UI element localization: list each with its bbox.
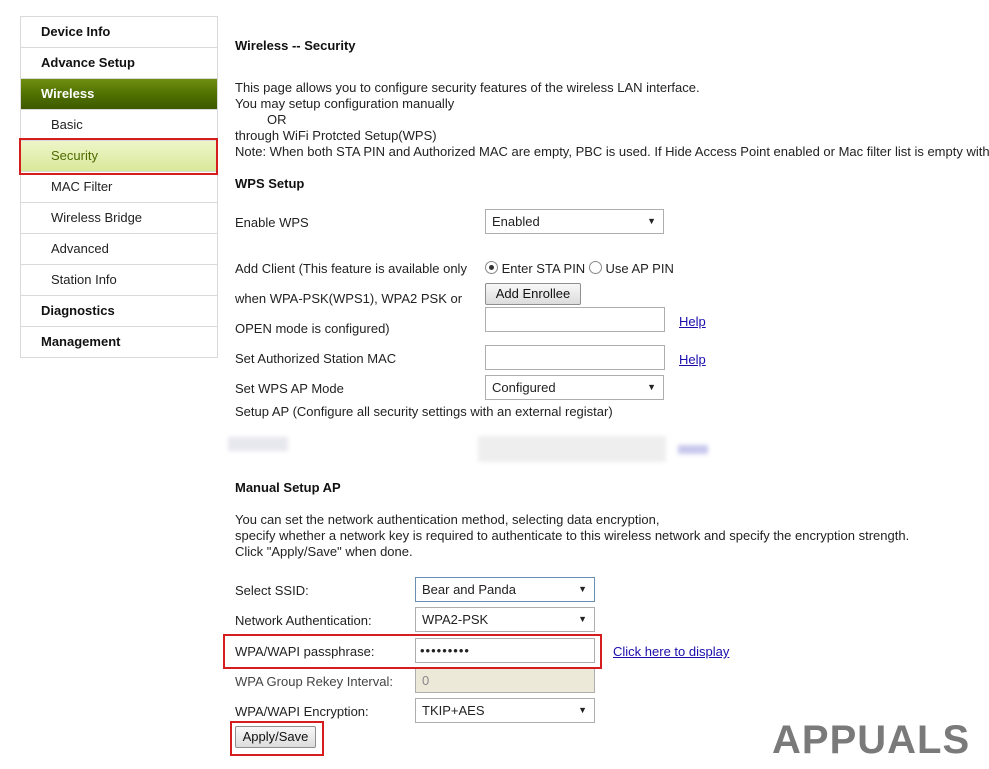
- intro-line-2: You may setup configuration manually: [235, 96, 455, 111]
- auth-mac-label: Set Authorized Station MAC: [235, 351, 397, 366]
- nav-wireless-bridge[interactable]: Wireless Bridge: [21, 203, 217, 234]
- sta-pin-input[interactable]: [485, 307, 665, 332]
- nav-management[interactable]: Management: [21, 327, 217, 358]
- add-client-line-1: Add Client (This feature is available on…: [235, 261, 467, 276]
- redacted-label: [228, 437, 288, 451]
- chevron-down-icon: ▼: [647, 382, 656, 392]
- chevron-down-icon: ▼: [578, 705, 587, 715]
- manual-desc-3: Click "Apply/Save" when done.: [235, 544, 413, 559]
- apply-save-button[interactable]: Apply/Save: [235, 726, 316, 748]
- page-title: Wireless -- Security: [235, 38, 356, 53]
- manual-setup-heading: Manual Setup AP: [235, 480, 341, 495]
- auth-value: WPA2-PSK: [422, 612, 489, 627]
- passphrase-label: WPA/WAPI passphrase:: [235, 644, 375, 659]
- enable-wps-select[interactable]: Enabled ▼: [485, 209, 664, 234]
- redacted-field: [478, 436, 666, 462]
- add-enrollee-button[interactable]: Add Enrollee: [485, 283, 581, 305]
- passphrase-value: •••••••••: [420, 643, 470, 658]
- manual-desc-1: You can set the network authentication m…: [235, 512, 660, 527]
- rekey-input: 0: [415, 668, 595, 693]
- encryption-select[interactable]: TKIP+AES ▼: [415, 698, 595, 723]
- ssid-value: Bear and Panda: [422, 582, 516, 597]
- auth-label: Network Authentication:: [235, 613, 372, 628]
- chevron-down-icon: ▼: [578, 614, 587, 624]
- intro-line-or: OR: [267, 112, 287, 127]
- intro-line-3: through WiFi Protcted Setup(WPS): [235, 128, 437, 143]
- ap-mode-select[interactable]: Configured ▼: [485, 375, 664, 400]
- appuals-logo-text: APPUALS: [772, 718, 971, 762]
- display-passphrase-link[interactable]: Click here to display: [613, 644, 729, 659]
- chevron-down-icon: ▼: [647, 216, 656, 226]
- radio-use-ap-pin[interactable]: [588, 261, 602, 274]
- add-client-radio-group: Enter STA PIN Use AP PIN: [485, 261, 674, 277]
- enable-wps-value: Enabled: [492, 214, 540, 229]
- encryption-label: WPA/WAPI Encryption:: [235, 704, 369, 719]
- nav-diagnostics[interactable]: Diagnostics: [21, 296, 217, 327]
- nav-wireless-mac-filter[interactable]: MAC Filter: [21, 172, 217, 203]
- intro-line-1: This page allows you to configure securi…: [235, 80, 700, 95]
- radio-enter-sta-pin-label: Enter STA PIN: [501, 261, 586, 276]
- appuals-logo: APPUALS: [772, 718, 970, 763]
- nav-wireless-advanced[interactable]: Advanced: [21, 234, 217, 265]
- add-client-line-3: OPEN mode is configured): [235, 321, 390, 336]
- setup-ap-text: Setup AP (Configure all security setting…: [235, 404, 613, 419]
- ap-mode-value: Configured: [492, 380, 556, 395]
- auth-mac-input[interactable]: [485, 345, 665, 370]
- sidebar-nav: Device Info Advance Setup Wireless Basic…: [20, 16, 218, 358]
- ap-mode-label: Set WPS AP Mode: [235, 381, 344, 396]
- nav-wireless-station-info[interactable]: Station Info: [21, 265, 217, 296]
- rekey-value: 0: [422, 673, 430, 688]
- main-content: Wireless -- Security This page allows yo…: [228, 0, 989, 769]
- nav-wireless[interactable]: Wireless: [21, 79, 217, 110]
- nav-wireless-basic[interactable]: Basic: [21, 110, 217, 141]
- ssid-label: Select SSID:: [235, 583, 309, 598]
- nav-advance-setup[interactable]: Advance Setup: [21, 48, 217, 79]
- redacted-link: [678, 445, 708, 454]
- passphrase-input[interactable]: •••••••••: [415, 638, 595, 663]
- add-client-line-2: when WPA-PSK(WPS1), WPA2 PSK or: [235, 291, 463, 306]
- ssid-select[interactable]: Bear and Panda ▼: [415, 577, 595, 602]
- radio-use-ap-pin-label: Use AP PIN: [605, 261, 674, 276]
- nav-device-info[interactable]: Device Info: [21, 17, 217, 48]
- manual-desc-2: specify whether a network key is require…: [235, 528, 910, 543]
- help-link-pin[interactable]: Help: [679, 314, 706, 329]
- enable-wps-label: Enable WPS: [235, 215, 309, 230]
- intro-note: Note: When both STA PIN and Authorized M…: [235, 144, 989, 159]
- nav-wireless-security[interactable]: Security: [21, 141, 217, 172]
- auth-select[interactable]: WPA2-PSK ▼: [415, 607, 595, 632]
- radio-enter-sta-pin[interactable]: [485, 261, 498, 274]
- encryption-value: TKIP+AES: [422, 703, 485, 718]
- rekey-label: WPA Group Rekey Interval:: [235, 674, 393, 689]
- chevron-down-icon: ▼: [578, 584, 587, 594]
- help-link-mac[interactable]: Help: [679, 352, 706, 367]
- wps-setup-heading: WPS Setup: [235, 176, 305, 191]
